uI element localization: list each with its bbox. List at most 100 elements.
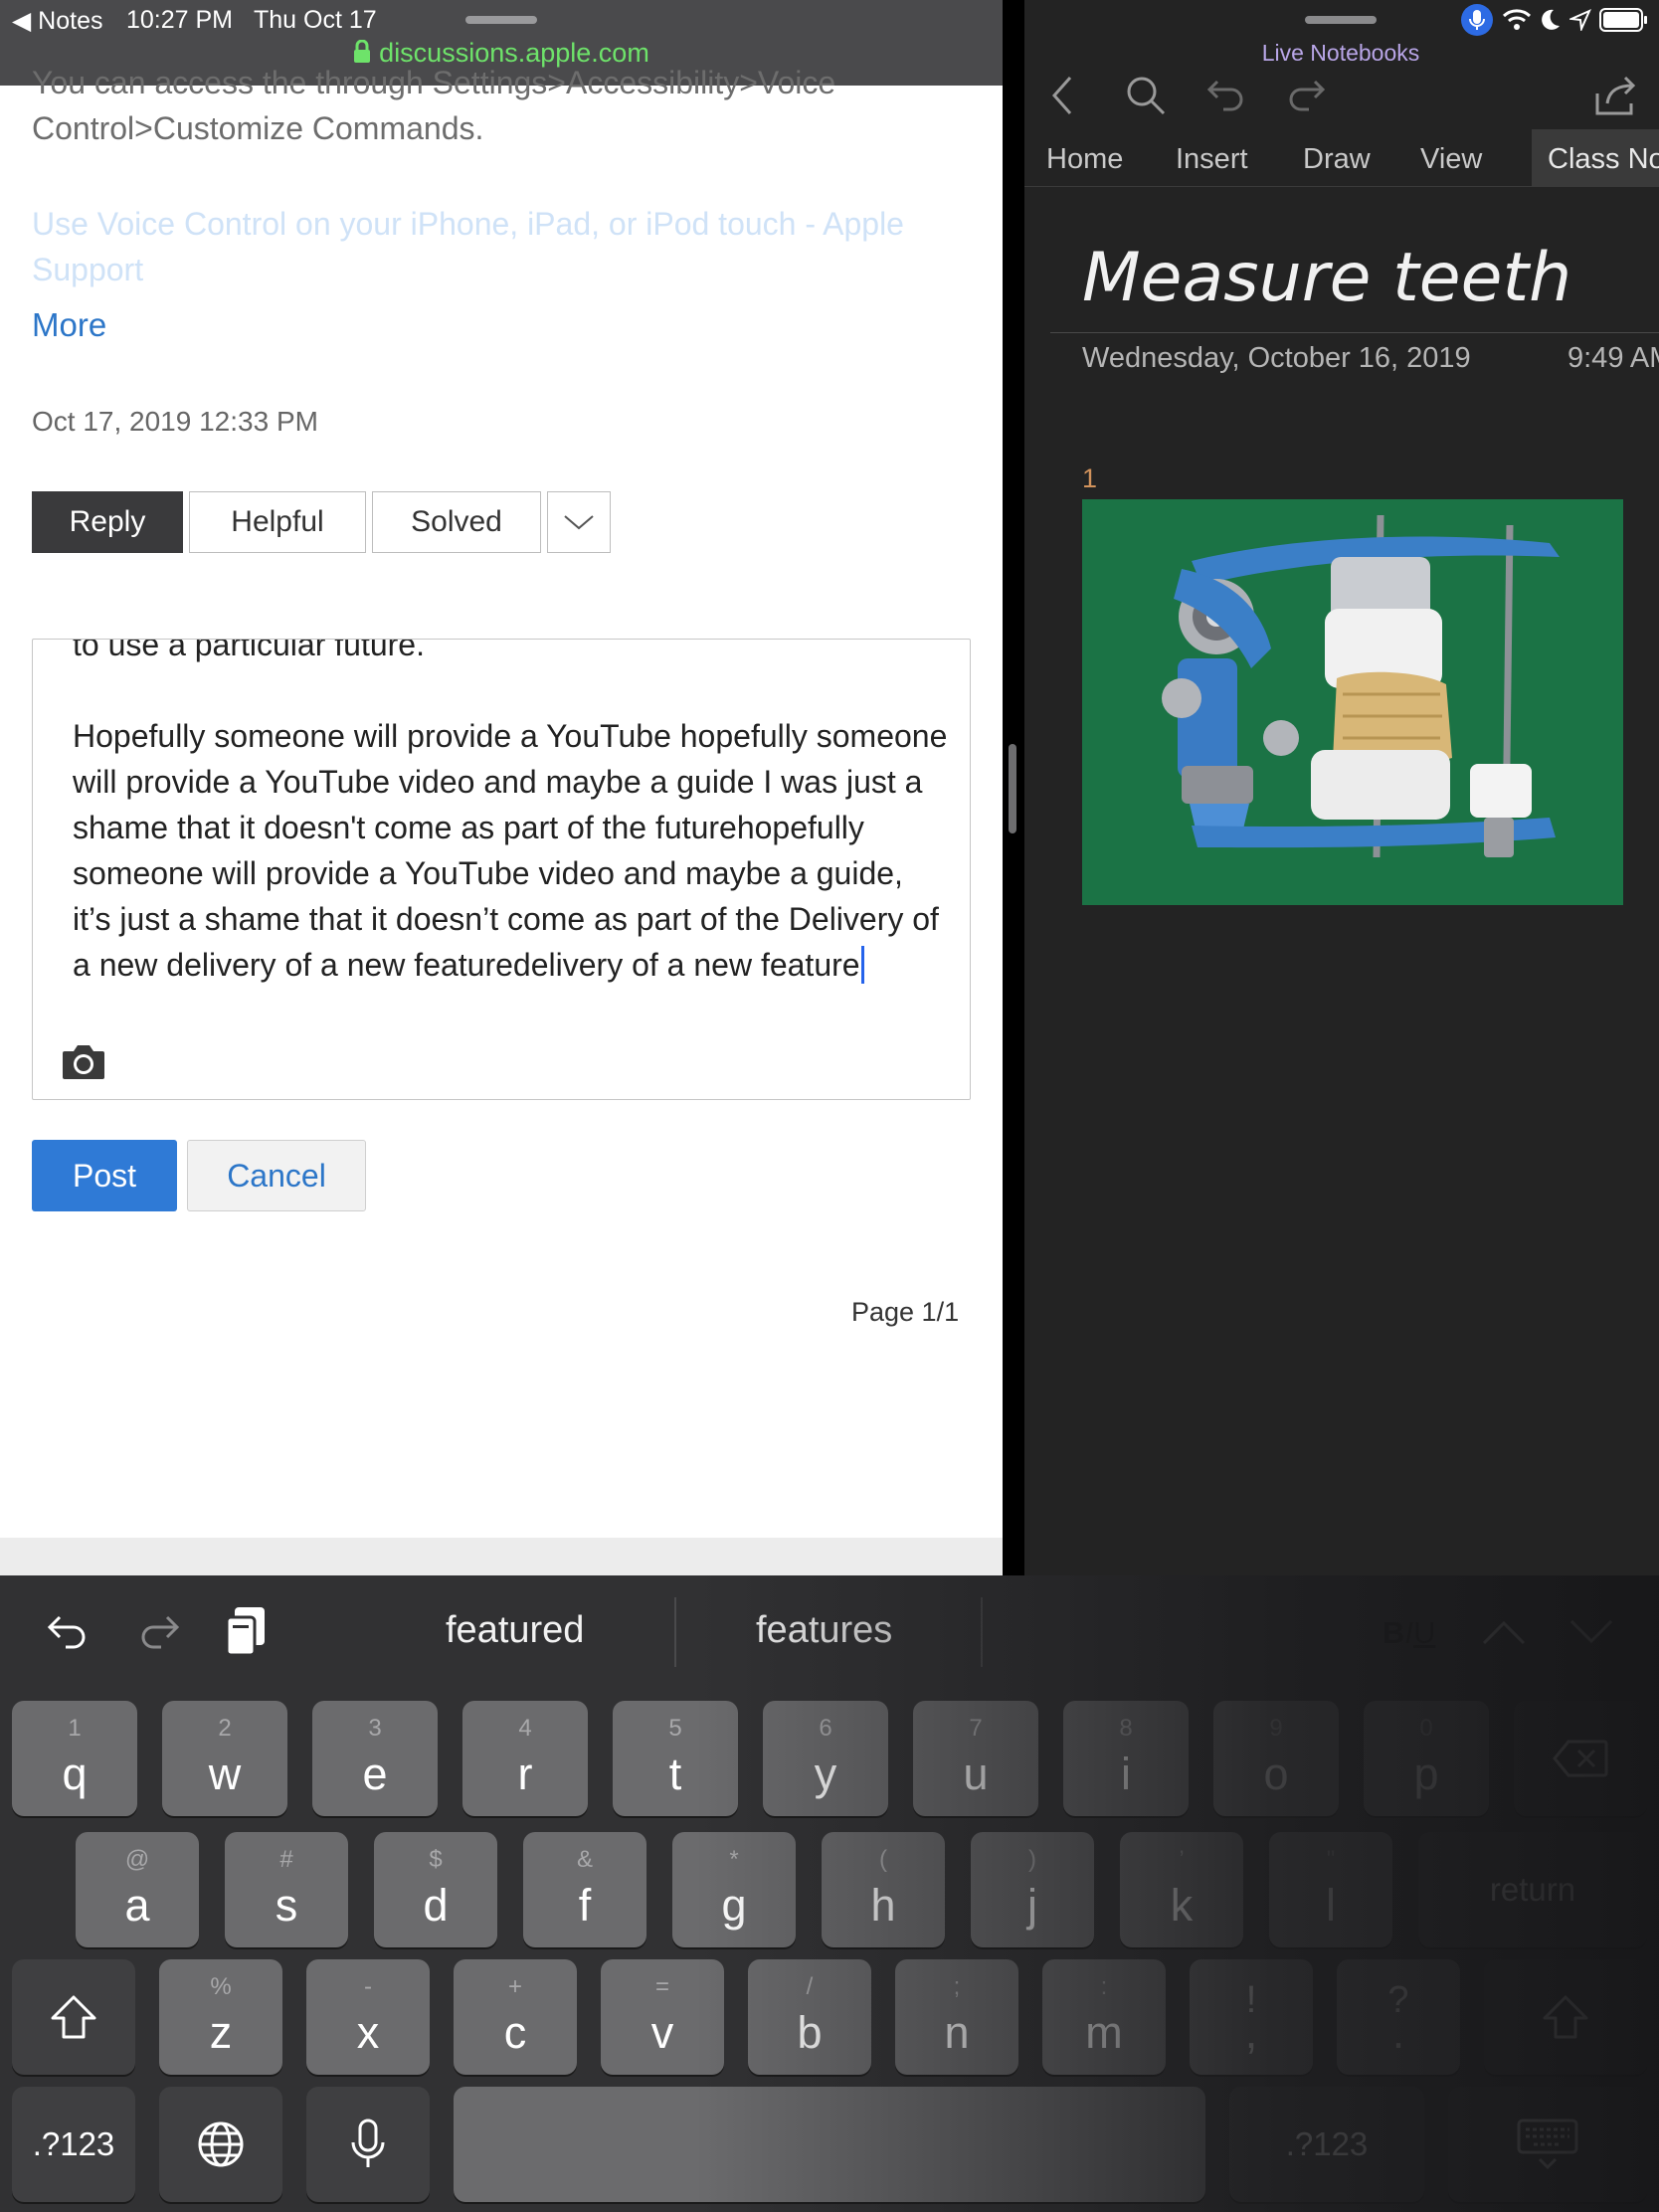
safari-pane: ◀ Notes 10:27 PM Thu Oct 17 discussions.…	[0, 0, 1003, 1575]
key-x[interactable]: -x	[306, 1959, 430, 2075]
undo-icon[interactable]	[1205, 74, 1245, 122]
editor-line-top: to use a particular future.	[73, 639, 425, 662]
notebook-title[interactable]: Live Notebooks	[1024, 40, 1657, 67]
dental-articulator-image[interactable]	[1082, 499, 1623, 905]
paragraph-number: 1	[1082, 463, 1098, 493]
key-w[interactable]: 2w	[162, 1701, 287, 1816]
key-a[interactable]: @ a	[76, 1832, 199, 1947]
key-n[interactable]: ; n	[895, 1959, 1018, 2075]
shift-key-left[interactable]	[12, 1959, 135, 2075]
key-t[interactable]: 5t	[613, 1701, 738, 1816]
numbers-key-left[interactable]: .?123	[12, 2087, 135, 2202]
dictation-key[interactable]	[306, 2087, 430, 2202]
key-s[interactable]: # s	[225, 1832, 348, 1947]
key-g[interactable]: * g	[672, 1832, 796, 1947]
key-i[interactable]: 8i	[1063, 1701, 1189, 1816]
previous-reply-text-line1: You can access the through Settings>Acce…	[32, 65, 836, 100]
software-keyboard: featured features BIU 1q 2w 3e 4r 5t 6y …	[0, 1575, 1659, 2212]
reply-editor[interactable]: to use a particular future. Hopefully so…	[32, 639, 971, 1100]
reply-button[interactable]: Reply	[32, 491, 183, 553]
hide-keyboard-key[interactable]	[1448, 2087, 1647, 2202]
tab-home[interactable]: Home	[1046, 143, 1123, 176]
key-r[interactable]: 4r	[462, 1701, 588, 1816]
tab-draw[interactable]: Draw	[1303, 143, 1371, 176]
globe-key[interactable]	[159, 2087, 282, 2202]
key-z[interactable]: % z	[159, 1959, 282, 2075]
return-key[interactable]: return	[1418, 1832, 1647, 1947]
post-date: Oct 17, 2019 12:33 PM	[32, 406, 318, 437]
key-period[interactable]: ?.	[1337, 1959, 1460, 2075]
location-icon	[1569, 9, 1591, 31]
key-c[interactable]: + c	[454, 1959, 577, 2075]
redo-icon[interactable]	[135, 1609, 181, 1658]
microphone-icon	[351, 2119, 385, 2167]
page-indicator: Page 1/1	[851, 1297, 960, 1327]
key-q[interactable]: 1q	[12, 1701, 137, 1816]
split-view-handle[interactable]	[1009, 744, 1016, 833]
shift-icon	[51, 1995, 96, 2039]
tab-view[interactable]: View	[1420, 143, 1482, 176]
multitasking-grabber-right[interactable]	[1305, 16, 1377, 24]
key-comma[interactable]: !,	[1190, 1959, 1313, 2075]
key-e[interactable]: 3e	[312, 1701, 438, 1816]
page-footer	[0, 1538, 1003, 1575]
key-o[interactable]: 9o	[1213, 1701, 1339, 1816]
space-bar[interactable]	[454, 2087, 1205, 2202]
key-j[interactable]: ) j	[971, 1832, 1094, 1947]
status-icons	[1460, 4, 1649, 36]
redo-icon[interactable]	[1287, 74, 1327, 122]
previous-reply-text-line2: Control>Customize Commands.	[32, 110, 484, 146]
globe-icon	[198, 2121, 244, 2167]
format-biu-button[interactable]: BIU	[1382, 1615, 1435, 1651]
more-link[interactable]: More	[32, 306, 106, 344]
key-l[interactable]: " l	[1269, 1832, 1392, 1947]
key-f[interactable]: & f	[523, 1832, 646, 1947]
wifi-icon	[1502, 9, 1532, 30]
back-to-notes-link[interactable]: ◀ Notes	[12, 6, 102, 36]
status-date: Thu Oct 17	[254, 6, 377, 34]
back-chevron-icon[interactable]	[1050, 74, 1074, 122]
microphone-indicator-icon	[1461, 4, 1493, 36]
suggestion-featured[interactable]: featured	[446, 1609, 584, 1652]
key-k[interactable]: ’ k	[1120, 1832, 1243, 1947]
suggestion-features[interactable]: features	[756, 1609, 892, 1652]
shift-icon	[1543, 1995, 1588, 2039]
backspace-icon	[1553, 1740, 1608, 1777]
helpful-button[interactable]: Helpful	[189, 491, 366, 553]
do-not-disturb-icon	[1542, 9, 1560, 30]
suggestion-divider	[981, 1597, 983, 1667]
post-button[interactable]: Post	[32, 1140, 177, 1211]
shift-key-right[interactable]	[1484, 1959, 1647, 2075]
editor-body: Hopefully someone will provide a YouTube…	[73, 718, 948, 983]
reply-editor-text[interactable]: to use a particular future. Hopefully so…	[73, 639, 948, 988]
numbers-key-right[interactable]: .?123	[1229, 2087, 1424, 2202]
keyboard-dismiss-icon	[1517, 2119, 1578, 2170]
chevron-up-icon[interactable]	[1482, 1619, 1526, 1650]
cancel-button[interactable]: Cancel	[187, 1140, 366, 1211]
multitasking-grabber[interactable]	[465, 16, 537, 24]
tab-insert[interactable]: Insert	[1176, 143, 1248, 176]
page-title[interactable]: Measure teeth	[1082, 239, 1571, 317]
key-y[interactable]: 6y	[763, 1701, 888, 1816]
tab-class-notebook[interactable]: Class Notebook	[1532, 129, 1659, 187]
key-m[interactable]: :m	[1042, 1959, 1166, 2075]
paste-icon[interactable]	[223, 1605, 271, 1662]
key-v[interactable]: = v	[601, 1959, 724, 2075]
share-icon[interactable]	[1593, 74, 1639, 122]
key-d[interactable]: $ d	[374, 1832, 497, 1947]
search-icon[interactable]	[1124, 74, 1168, 122]
key-b[interactable]: / b	[748, 1959, 871, 2075]
key-u[interactable]: 7u	[913, 1701, 1038, 1816]
chevron-down-icon[interactable]	[1569, 1619, 1613, 1650]
undo-icon[interactable]	[46, 1609, 92, 1658]
solved-button[interactable]: Solved	[372, 491, 541, 553]
onenote-pane: Live Notebooks Home Insert Draw View Cla…	[1024, 0, 1659, 1575]
support-article-link[interactable]: Use Voice Control on your iPhone, iPad, …	[32, 201, 967, 292]
suggestion-divider	[674, 1597, 676, 1667]
key-h[interactable]: (h	[822, 1832, 945, 1947]
delete-key[interactable]	[1514, 1701, 1647, 1816]
keyboard-shortcut-bar: featured features BIU	[0, 1575, 1659, 1687]
camera-icon[interactable]	[61, 1041, 106, 1081]
more-actions-button[interactable]	[547, 491, 611, 553]
key-p[interactable]: 0p	[1364, 1701, 1489, 1816]
